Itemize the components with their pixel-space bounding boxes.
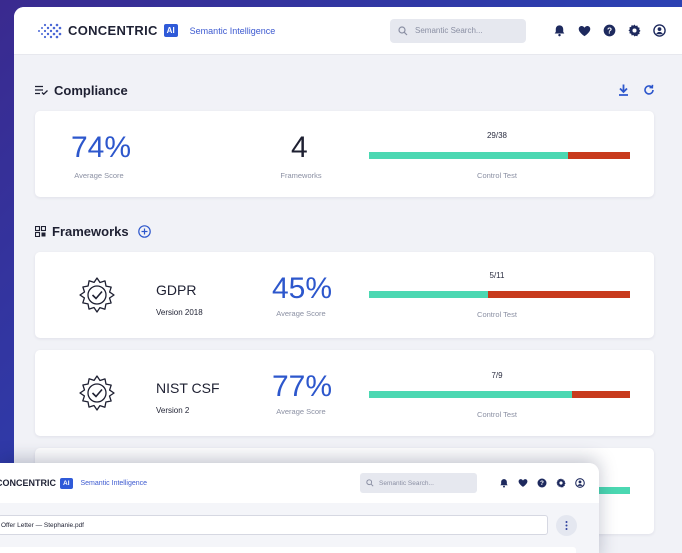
control-test-bar	[369, 152, 630, 159]
help-icon[interactable]: ?	[537, 478, 547, 488]
bell-icon[interactable]	[552, 24, 566, 38]
framework-control-label: Control Test	[477, 310, 517, 319]
viewer-ai-badge: AI	[60, 477, 73, 489]
more-options-button[interactable]	[556, 515, 577, 536]
gear-icon[interactable]	[556, 478, 566, 488]
search-icon	[366, 479, 374, 487]
grid-icon	[35, 225, 46, 237]
search-input[interactable]: Semantic Search...	[390, 18, 526, 43]
framework-card-gdpr[interactable]: GDPR Version 2018 45% Average Score 5/11…	[35, 252, 654, 338]
control-test-failed-segment	[568, 152, 630, 159]
framework-control-bar	[369, 391, 630, 398]
user-icon[interactable]	[652, 24, 666, 38]
framework-score-label: Average Score	[276, 407, 326, 416]
framework-name: NIST CSF	[156, 380, 220, 396]
average-score-label: Average Score	[74, 171, 124, 180]
control-test-passed-segment	[369, 291, 488, 298]
refresh-icon[interactable]	[643, 84, 655, 96]
brand-logo[interactable]: CONCENTRIC AI	[36, 22, 178, 40]
search-placeholder: Semantic Search...	[415, 26, 483, 35]
viewer-top-icons: ?	[499, 478, 585, 488]
compliance-title: Compliance	[54, 82, 128, 98]
framework-card-nist-csf[interactable]: NIST CSF Version 2 77% Average Score 7/9…	[35, 350, 654, 436]
viewer-search-input[interactable]: Semantic Search...	[360, 473, 477, 493]
viewer-brand-logo[interactable]: CONCENTRIC AI	[0, 477, 73, 489]
average-score-value: 74%	[71, 131, 132, 164]
framework-version: Version 2018	[156, 308, 203, 317]
viewer-top-bar: CONCENTRIC AI Semantic Intelligence Sema…	[0, 463, 599, 503]
framework-control-ratio: 7/9	[491, 371, 503, 380]
frameworks-title: Frameworks	[52, 223, 129, 239]
framework-score-label: Average Score	[276, 309, 326, 318]
kebab-menu-icon	[565, 521, 568, 530]
viewer-search-placeholder: Semantic Search...	[379, 479, 434, 487]
svg-text:?: ?	[606, 25, 611, 35]
document-name: Offer Letter — Stephanie.pdf	[1, 521, 84, 529]
framework-name: GDPR	[156, 282, 197, 298]
bell-icon[interactable]	[499, 478, 509, 488]
brand-name: CONCENTRIC	[68, 23, 158, 38]
control-test-label: Control Test	[477, 171, 517, 180]
heart-icon[interactable]	[518, 478, 528, 488]
control-test-failed-segment	[487, 291, 630, 298]
control-test-failed-segment	[572, 391, 630, 398]
search-icon	[398, 25, 408, 35]
brand-tagline: Semantic Intelligence	[189, 25, 276, 36]
svg-text:?: ?	[540, 480, 544, 487]
checklist-icon	[35, 85, 48, 95]
viewer-tagline: Semantic Intelligence	[80, 479, 148, 487]
compliance-header: Compliance	[14, 80, 682, 100]
framework-version: Version 2	[156, 406, 190, 415]
frameworks-header: Frameworks	[14, 221, 682, 241]
document-path-field[interactable]: Offer Letter — Stephanie.pdf	[0, 515, 548, 535]
add-framework-icon[interactable]	[137, 224, 151, 238]
framework-gear-check-icon	[79, 375, 115, 411]
document-viewer-window: CONCENTRIC AI Semantic Intelligence Sema…	[0, 463, 599, 553]
top-icons: ?	[552, 24, 666, 38]
framework-control-label: Control Test	[477, 410, 517, 419]
control-test-ratio: 29/38	[486, 131, 508, 140]
framework-control-ratio: 5/11	[489, 271, 505, 280]
frameworks-count-label: Frameworks	[280, 171, 322, 180]
download-icon[interactable]	[618, 84, 629, 96]
control-test-passed-segment	[369, 391, 573, 398]
control-test-passed-segment	[369, 152, 569, 159]
ai-badge: AI	[163, 24, 178, 37]
heart-icon[interactable]	[577, 24, 591, 38]
framework-score: 77%	[272, 370, 333, 403]
frameworks-count: 4	[291, 131, 308, 164]
framework-gear-check-icon	[79, 277, 115, 313]
help-icon[interactable]: ?	[602, 24, 616, 38]
logo-dots-icon	[38, 23, 62, 38]
document-content-row	[0, 547, 576, 553]
gear-icon[interactable]	[627, 24, 641, 38]
user-icon[interactable]	[575, 478, 585, 488]
framework-control-bar	[369, 291, 630, 298]
compliance-summary-card: 74% Average Score 4 Frameworks 29/38 Con…	[35, 111, 654, 197]
top-nav-bar: CONCENTRIC AI Semantic Intelligence Sema…	[14, 7, 682, 55]
framework-score: 45%	[272, 272, 333, 305]
viewer-brand-name: CONCENTRIC	[0, 478, 56, 488]
